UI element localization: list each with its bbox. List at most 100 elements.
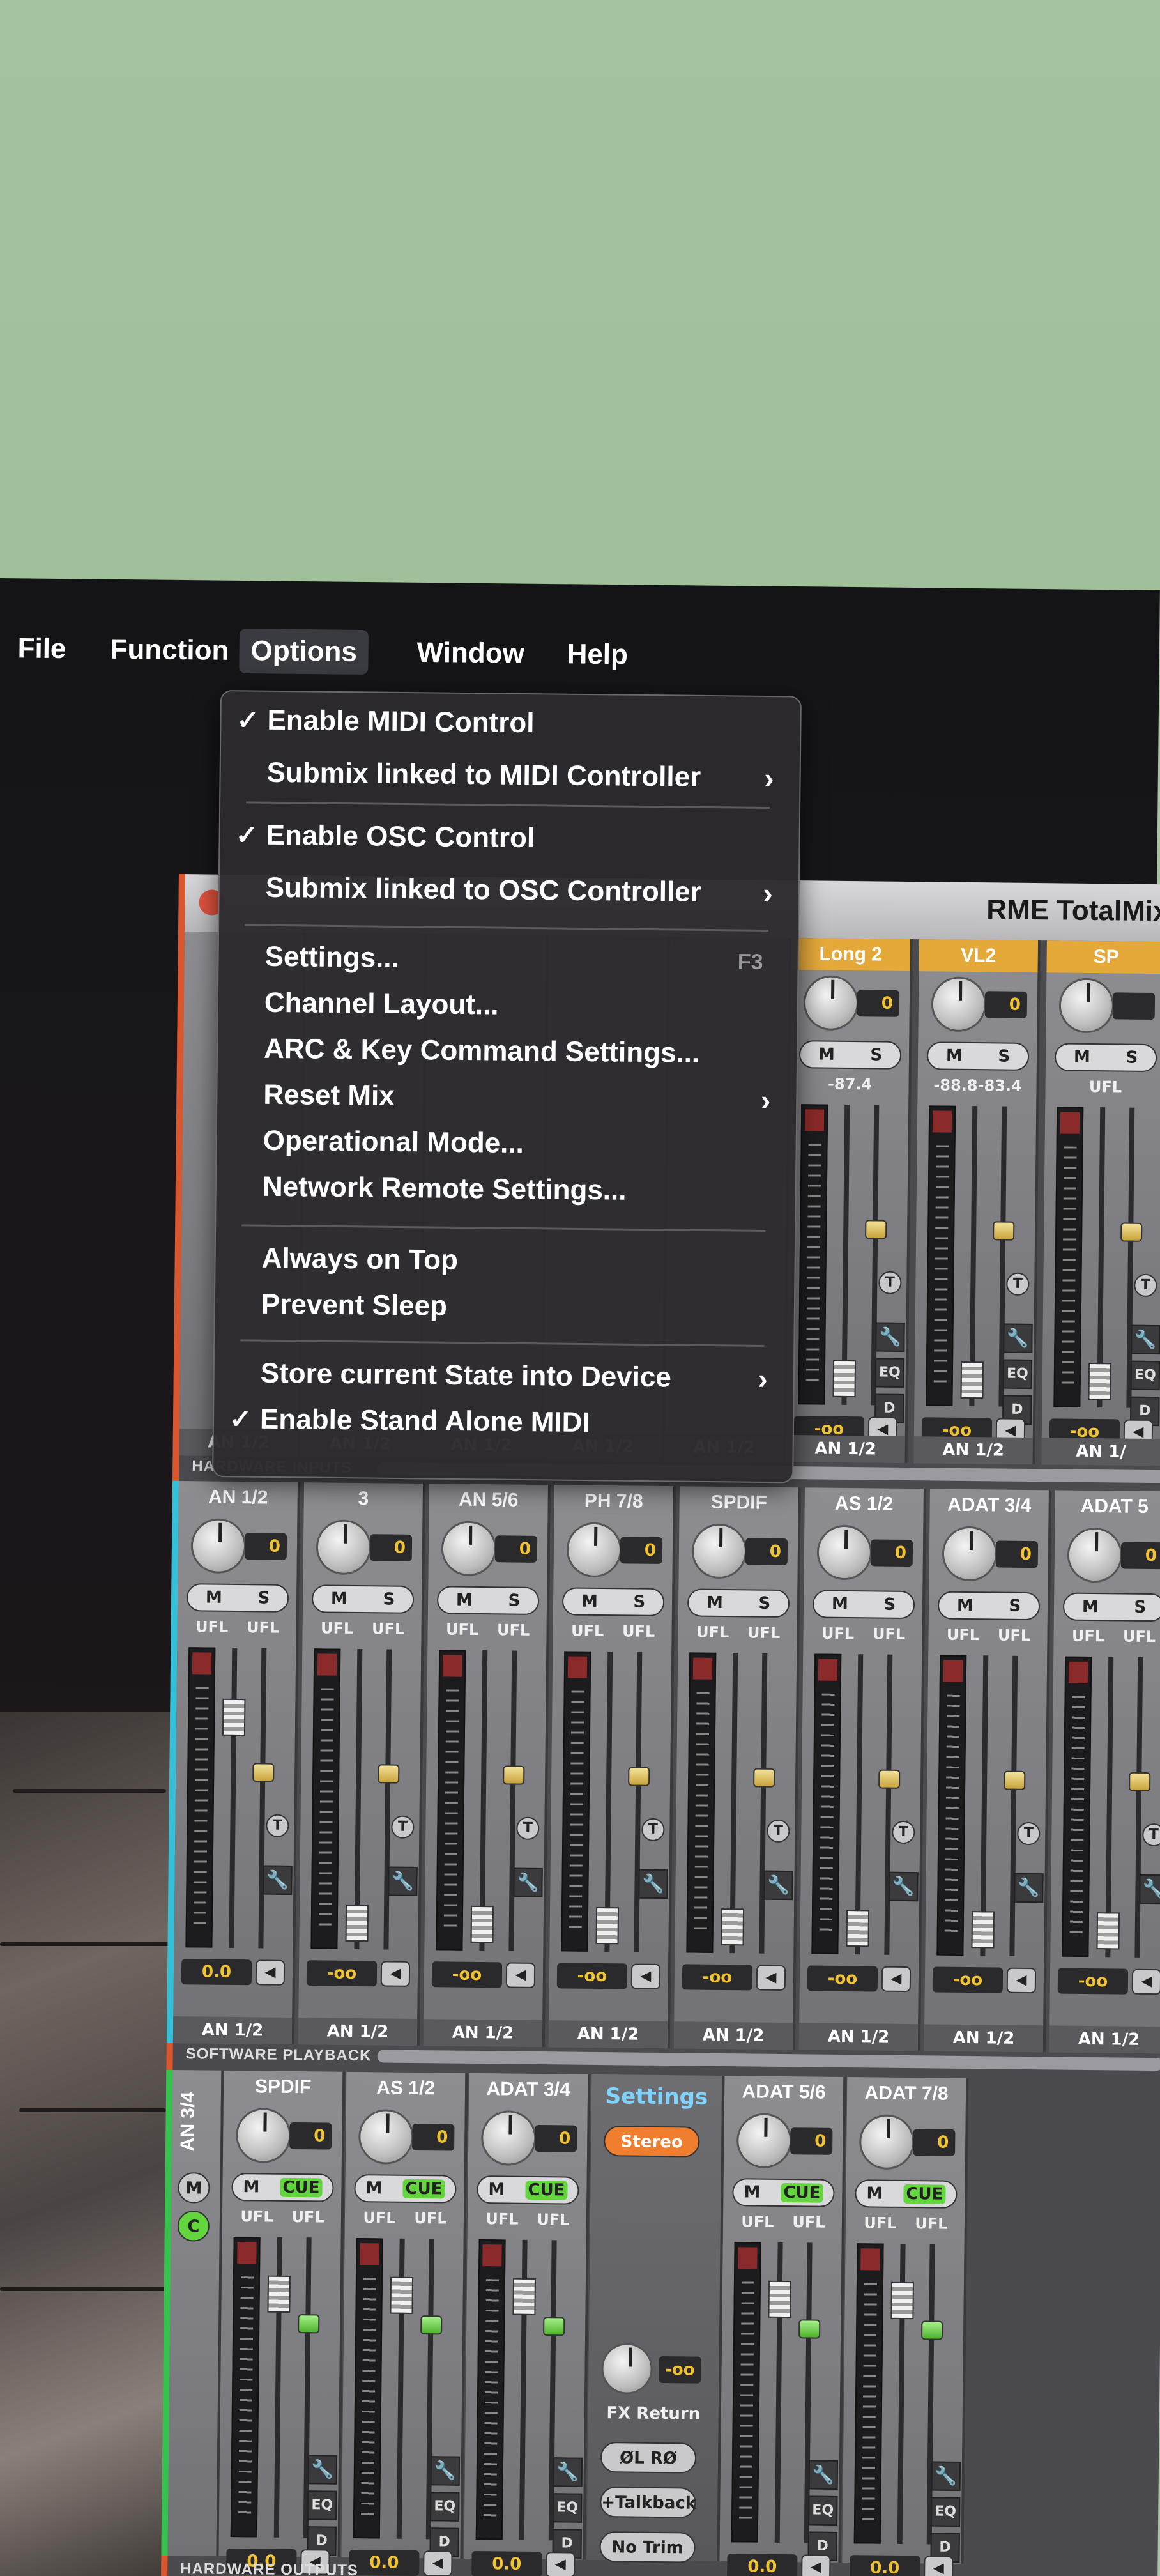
wrench-icon[interactable]: 🔧: [1003, 1323, 1033, 1354]
volume-fader[interactable]: [510, 2239, 537, 2540]
wrench-icon[interactable]: 🔧: [553, 2457, 583, 2487]
fader-cap[interactable]: [971, 1911, 995, 1949]
volume-fader[interactable]: [832, 1104, 859, 1405]
volume-fader[interactable]: [595, 1652, 622, 1952]
gain-knob[interactable]: [859, 2114, 915, 2170]
wrench-icon[interactable]: 🔧: [1014, 1873, 1044, 1903]
solo-button[interactable]: S: [1009, 1597, 1021, 1616]
fader-cap[interactable]: [390, 2276, 414, 2314]
cue-button[interactable]: CUE: [781, 2182, 823, 2203]
volume-fader[interactable]: [1088, 1107, 1114, 1408]
fader-cap[interactable]: [832, 1360, 857, 1398]
solo-button[interactable]: S: [1134, 1598, 1146, 1617]
expand-arrow-icon[interactable]: ◀: [924, 2556, 954, 2576]
wrench-icon[interactable]: 🔧: [808, 2460, 839, 2490]
eq-button[interactable]: EQ: [874, 1358, 905, 1388]
mute-button[interactable]: M: [456, 1591, 473, 1610]
eq-button[interactable]: EQ: [930, 2497, 961, 2527]
trim-button[interactable]: T: [641, 1818, 665, 1842]
menu-item-arc-key-command-settings[interactable]: ARC & Key Command Settings...: [218, 1026, 797, 1077]
eq-button[interactable]: EQ: [1130, 1360, 1160, 1391]
gain-knob[interactable]: [441, 1521, 497, 1577]
fader-cap[interactable]: [222, 1698, 246, 1736]
slider-cap[interactable]: [798, 2319, 821, 2339]
menu-item-submix-linked-to-osc-controller[interactable]: Submix linked to OSC Controller ›: [219, 865, 798, 916]
trim-slider[interactable]: [626, 1652, 651, 1952]
expand-arrow-icon[interactable]: ◀: [630, 1963, 661, 1989]
routing-label[interactable]: AN 1/2: [913, 1436, 1033, 1465]
fader-cap[interactable]: [1096, 1912, 1120, 1950]
trim-button[interactable]: T: [266, 1814, 289, 1837]
fader-cap[interactable]: [890, 2281, 914, 2320]
cue-button[interactable]: CUE: [525, 2180, 568, 2200]
volume-fader[interactable]: [345, 1648, 371, 1950]
mute-button[interactable]: M: [488, 2180, 505, 2199]
mute-button[interactable]: M: [1074, 1048, 1090, 1067]
menu-item-reset-mix[interactable]: Reset Mix ›: [217, 1072, 797, 1123]
wrench-icon[interactable]: 🔧: [889, 1871, 919, 1902]
slider-cap[interactable]: [993, 1221, 1015, 1241]
cue-button[interactable]: CUE: [402, 2179, 445, 2199]
fader-cap[interactable]: [846, 1910, 870, 1947]
menu-item-settings[interactable]: Settings... F3: [218, 934, 798, 985]
solo-button[interactable]: S: [998, 1046, 1010, 1066]
wrench-icon[interactable]: 🔧: [931, 2461, 961, 2491]
menu-item-store-current-state-into-device[interactable]: Store current State into Device ›: [214, 1351, 793, 1401]
routing-label[interactable]: AN 1/2: [1049, 2025, 1160, 2054]
routing-label[interactable]: AN 1/2: [673, 2021, 793, 2050]
menu-window[interactable]: Window: [405, 631, 536, 677]
menu-item-operational-mode[interactable]: Operational Mode...: [217, 1118, 796, 1169]
wrench-icon[interactable]: 🔧: [307, 2455, 338, 2485]
expand-arrow-icon[interactable]: ◀: [1131, 1968, 1160, 1995]
slider-cap[interactable]: [543, 2317, 565, 2336]
slider-cap[interactable]: [878, 1769, 901, 1789]
gain-knob[interactable]: [816, 1524, 873, 1581]
mute-button[interactable]: M: [331, 1590, 347, 1609]
trim-slider[interactable]: [376, 1649, 401, 1950]
gain-knob[interactable]: [358, 2109, 414, 2165]
trim-slider[interactable]: [250, 1648, 275, 1949]
fader-cap[interactable]: [768, 2280, 791, 2319]
wrench-icon[interactable]: 🔧: [1139, 1874, 1160, 1905]
trim-button[interactable]: T: [878, 1271, 902, 1294]
trim-slider[interactable]: [876, 1654, 901, 1955]
slider-cap[interactable]: [252, 1763, 275, 1782]
menu-help[interactable]: Help: [555, 632, 639, 677]
volume-fader[interactable]: [889, 2243, 915, 2545]
mute-button[interactable]: M: [206, 1588, 222, 1607]
trim-button[interactable]: T: [1006, 1272, 1030, 1296]
cue-button[interactable]: CUE: [280, 2177, 323, 2198]
fader-cap[interactable]: [1088, 1362, 1112, 1400]
routing-label[interactable]: AN 1/2: [786, 1435, 905, 1463]
trim-button[interactable]: T: [516, 1816, 540, 1840]
expand-arrow-icon[interactable]: ◀: [380, 1961, 411, 1987]
cue-button[interactable]: C: [177, 2211, 210, 2242]
solo-button[interactable]: S: [383, 1590, 395, 1609]
solo-button[interactable]: S: [758, 1594, 770, 1613]
trim-slider[interactable]: [501, 1650, 526, 1951]
menu-item-channel-layout[interactable]: Channel Layout...: [218, 980, 798, 1031]
volume-fader[interactable]: [960, 1106, 986, 1407]
eq-button[interactable]: EQ: [307, 2490, 337, 2520]
trim-button[interactable]: T: [892, 1820, 915, 1844]
routing-label[interactable]: AN 1/2: [548, 2020, 668, 2049]
menu-item-submix-linked-to-midi-controller[interactable]: Submix linked to MIDI Controller ›: [220, 750, 800, 801]
gain-knob[interactable]: [235, 2108, 291, 2163]
wrench-icon[interactable]: 🔧: [430, 2456, 461, 2486]
mute-button[interactable]: M: [1082, 1597, 1099, 1616]
slider-cap[interactable]: [1004, 1770, 1026, 1790]
wrench-icon[interactable]: 🔧: [875, 1322, 905, 1352]
mute-button[interactable]: M: [866, 2184, 883, 2203]
expand-arrow-icon[interactable]: ◀: [756, 1965, 786, 1991]
volume-fader[interactable]: [388, 2238, 414, 2539]
expand-arrow-icon[interactable]: ◀: [423, 2550, 453, 2576]
menu-options[interactable]: Options: [239, 628, 369, 675]
slider-cap[interactable]: [298, 2314, 320, 2334]
fader-cap[interactable]: [267, 2275, 291, 2313]
wrench-icon[interactable]: 🔧: [513, 1867, 543, 1898]
gain-knob[interactable]: [1058, 977, 1115, 1034]
slider-cap[interactable]: [921, 2320, 943, 2340]
volume-fader[interactable]: [220, 1647, 246, 1948]
wrench-icon[interactable]: 🔧: [638, 1869, 668, 1899]
gain-knob[interactable]: [566, 1522, 622, 1578]
